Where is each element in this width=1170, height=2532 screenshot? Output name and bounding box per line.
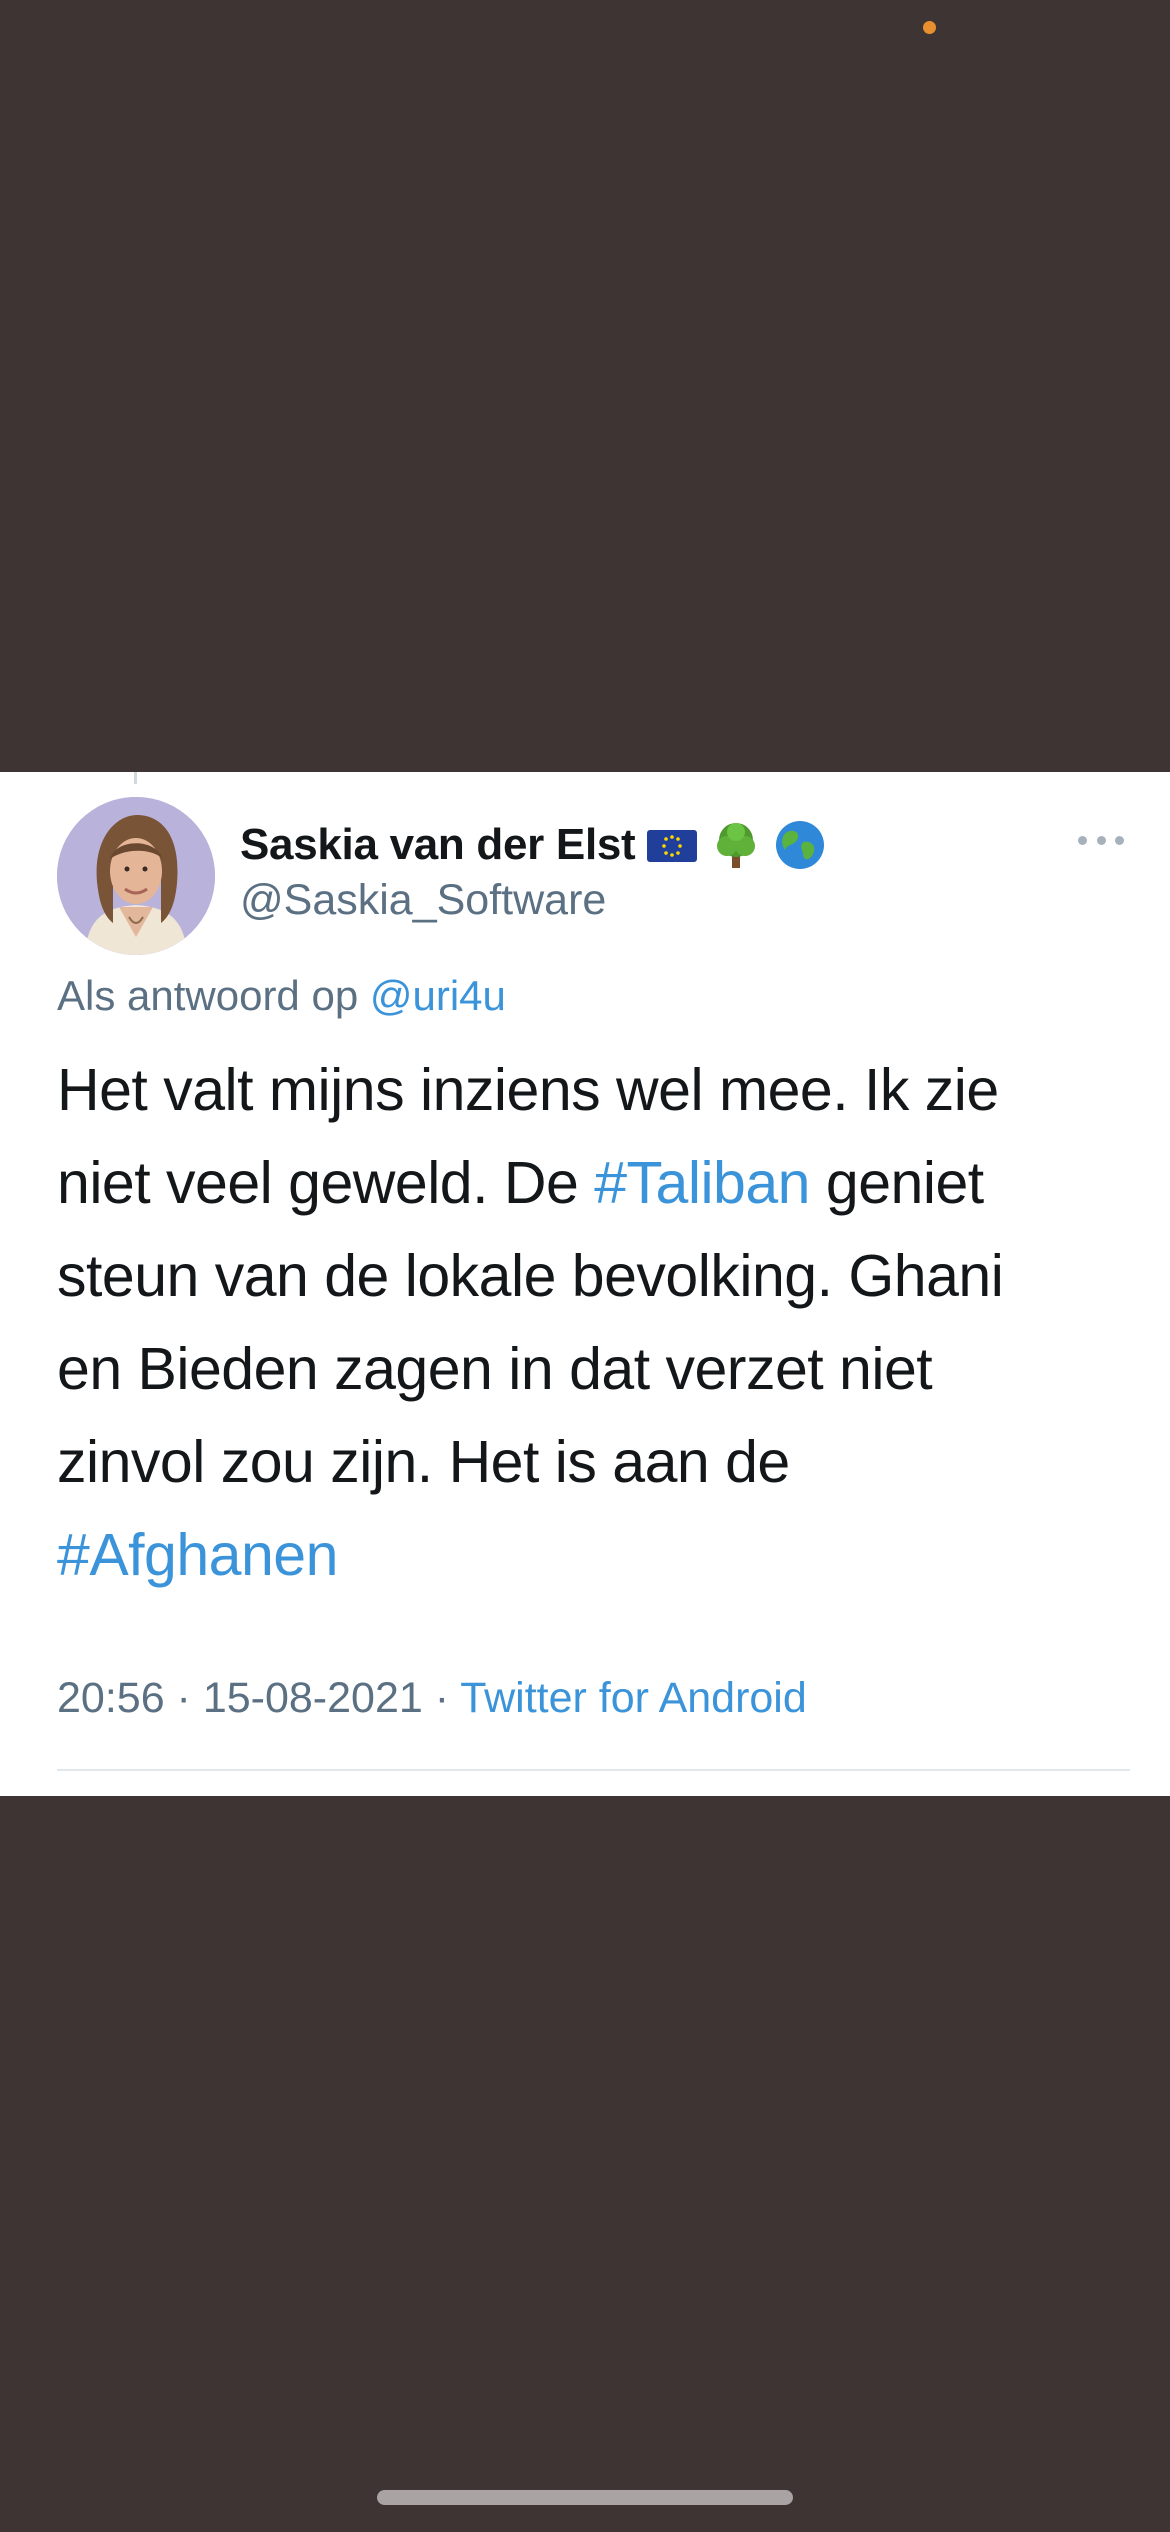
tweet-line: Het valt mijns inziens wel mee. Ik zie <box>57 1057 999 1123</box>
more-dot <box>1078 835 1087 845</box>
meta-separator: · <box>164 1674 203 1722</box>
tweet-date: 15-08-2021 <box>202 1674 423 1722</box>
globe-icon <box>773 818 827 872</box>
privacy-indicator-dot <box>923 21 936 34</box>
tweet-line: niet veel geweld. De #Taliban geniet <box>57 1137 1137 1230</box>
hashtag-link[interactable]: #Afghanen <box>57 1522 338 1588</box>
reply-mention-link[interactable]: @uri4u <box>370 972 506 1019</box>
reply-prefix: Als antwoord op <box>57 972 359 1019</box>
thread-connector-line <box>134 772 137 784</box>
home-indicator[interactable] <box>377 2490 793 2505</box>
avatar[interactable] <box>57 797 215 955</box>
author-display-name[interactable]: Saskia van der Elst <box>240 820 636 870</box>
tweet-line: steun van de lokale bevolking. Ghani <box>57 1243 1004 1309</box>
hashtag-link[interactable]: #Taliban <box>594 1150 810 1216</box>
tweet-line: en Bieden zagen in dat verzet niet <box>57 1336 933 1402</box>
more-dot <box>1115 835 1124 845</box>
reply-context: Als antwoord op @uri4u <box>57 972 506 1020</box>
tweet-metadata: 20:56 · 15-08-2021 · Twitter for Android <box>57 1674 807 1723</box>
eu-flag-icon <box>645 818 699 872</box>
author-name-row[interactable]: Saskia van der Elst <box>240 816 827 874</box>
tree-icon <box>709 818 763 872</box>
more-dot <box>1096 835 1106 845</box>
tweet-body: Het valt mijns inziens wel mee. Ik zie n… <box>57 1044 1137 1602</box>
tweet-line: #Afghanen <box>57 1509 1137 1602</box>
tweet-source-link[interactable]: Twitter for Android <box>460 1674 807 1722</box>
author-handle[interactable]: @Saskia_Software <box>240 876 606 925</box>
tweet-line: zinvol zou zijn. Het is aan de <box>57 1429 790 1495</box>
divider <box>57 1769 1130 1771</box>
tweet-text-segment: niet veel geweld. De <box>57 1150 595 1216</box>
tweet-time: 20:56 <box>57 1674 165 1722</box>
tweet-card[interactable]: Saskia van der Elst @Saskia_Software Als… <box>0 772 1170 1796</box>
meta-separator: · <box>422 1674 461 1722</box>
more-horizontal-icon[interactable] <box>1078 832 1124 848</box>
tweet-text-segment: geniet <box>810 1150 984 1216</box>
